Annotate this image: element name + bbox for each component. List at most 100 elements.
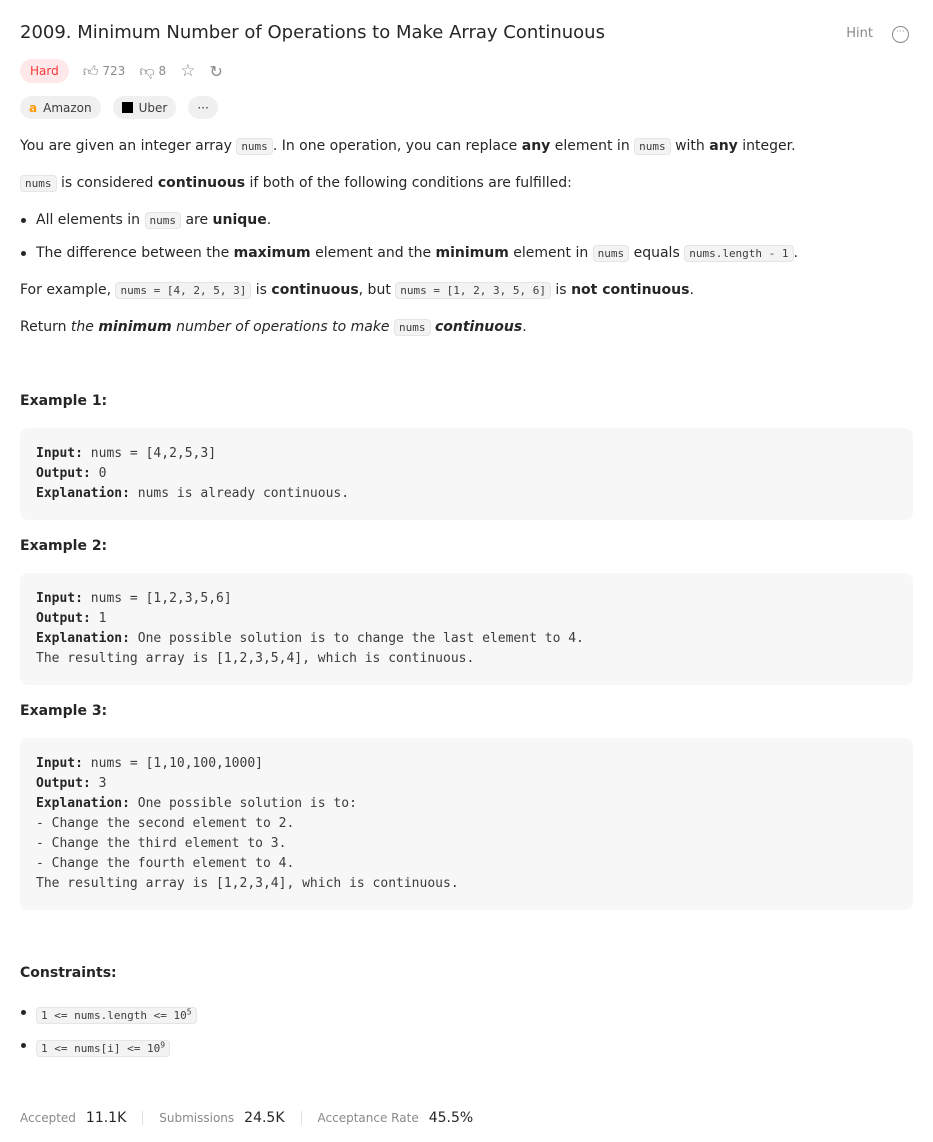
accepted-value: 11.1K — [85, 1110, 127, 1126]
bold-text: maximum — [233, 245, 311, 261]
example-label: Explanation: — [36, 631, 130, 646]
submission-stats: Accepted 11.1K Submissions 24.5K Acceptanc… — [20, 1110, 473, 1126]
inline-code: nums — [20, 175, 57, 192]
submissions-label: Submissions — [159, 1111, 235, 1125]
description-paragraph: All elements in nums are unique. — [21, 210, 272, 231]
example-line: - Change the fourth element to 4. — [36, 854, 897, 874]
example-line: The resulting array is [1,2,3,5,4], whic… — [36, 649, 897, 669]
bold-italic-text: minimum — [98, 319, 172, 335]
text: is — [251, 282, 272, 298]
text: equals — [629, 245, 685, 261]
accepted-label: Accepted — [20, 1111, 76, 1125]
bold-text: continuous — [157, 175, 246, 191]
example-line: Output: 3 — [36, 774, 897, 794]
tag-label: Amazon — [43, 100, 92, 115]
inline-code: nums — [236, 138, 273, 155]
tag-amazon[interactable]: a Amazon — [20, 96, 101, 119]
example-value: nums = [1,2,3,5,6] — [90, 591, 232, 606]
text: are — [181, 212, 213, 228]
inline-code: nums — [144, 212, 181, 229]
hint-button[interactable]: Hint — [846, 26, 873, 41]
problem-title: 2009. Minimum Number of Operations to Ma… — [20, 22, 605, 43]
inline-code: nums = [1, 2, 3, 5, 6] — [395, 282, 551, 299]
example-label: Explanation: — [36, 796, 130, 811]
inline-code: nums — [634, 138, 671, 155]
text: element in — [550, 138, 635, 154]
text: , but — [358, 282, 396, 298]
example-line: Explanation: nums is already continuous. — [36, 484, 897, 504]
text: is — [550, 282, 572, 298]
example-line: Explanation: One possible solution is to… — [36, 629, 897, 649]
example-line: The resulting array is [1,2,3,4], which … — [36, 874, 897, 894]
example-value: - Change the second element to 2. — [36, 816, 295, 831]
description-paragraph: Return the minimum number of operations … — [20, 317, 527, 338]
example-line: - Change the third element to 3. — [36, 834, 897, 854]
more-options-icon[interactable]: ··· — [892, 26, 909, 43]
example-value: nums = [4,2,5,3] — [90, 446, 217, 461]
example-block: Input: nums = [1,10,100,1000] Output: 3 Ex… — [20, 738, 913, 910]
more-tags-button[interactable]: ··· — [188, 96, 218, 119]
tag-uber[interactable]: Uber — [112, 96, 177, 119]
like-count: 723 — [102, 64, 126, 78]
italic-text: the — [70, 319, 99, 335]
text: . — [689, 282, 694, 298]
description-paragraph: You are given an integer array nums. In … — [20, 136, 796, 157]
thumbs-up-icon: 👍︎ — [82, 61, 99, 80]
italic-text: number of operations to make — [171, 319, 394, 335]
example-label: Input: — [36, 756, 83, 771]
example-label: Explanation: — [36, 486, 130, 501]
example-block: Input: nums = [1,2,3,5,6] Output: 1 Explan… — [20, 573, 913, 685]
example-value: The resulting array is [1,2,3,5,4], whic… — [36, 651, 475, 666]
bold-italic-text: continuous — [434, 319, 523, 335]
constraints-heading: Constraints: — [20, 965, 117, 981]
dislike-count: 8 — [158, 64, 167, 78]
share-icon[interactable]: ↻ — [209, 62, 222, 81]
thumbs-down-icon: 👎︎ — [139, 61, 155, 80]
example-value: - Change the third element to 3. — [36, 836, 287, 851]
acceptance-rate-value: 45.5% — [428, 1110, 474, 1126]
text: if both of the following conditions are … — [245, 175, 572, 191]
company-tags: a Amazon Uber ··· — [20, 96, 218, 119]
example-value: 3 — [98, 776, 107, 791]
text: All elements in — [36, 212, 145, 228]
bold-text: unique — [212, 212, 267, 228]
dislike-button[interactable]: 👎︎ 8 — [139, 62, 166, 81]
uber-icon — [121, 102, 133, 113]
text: with — [670, 138, 710, 154]
example-line: Explanation: One possible solution is to… — [36, 794, 897, 814]
example-label: Output: — [36, 466, 91, 481]
example-value: One possible solution is to change the l… — [137, 631, 584, 646]
submissions-value: 24.5K — [244, 1110, 285, 1126]
description-paragraph: nums is considered continuous if both of… — [20, 173, 572, 194]
description-paragraph: The difference between the maximum eleme… — [21, 243, 798, 264]
example-value: The resulting array is [1,2,3,4], which … — [36, 876, 459, 891]
text: is considered — [56, 175, 158, 191]
text: integer. — [737, 138, 796, 154]
example-value: One possible solution is to: — [137, 796, 357, 811]
like-button[interactable]: 👍︎ 723 — [83, 62, 126, 81]
example-value: nums = [1,10,100,1000] — [90, 756, 263, 771]
text: . In one operation, you can replace — [272, 138, 522, 154]
acceptance-rate-label: Acceptance Rate — [317, 1111, 419, 1125]
example-heading: Example 2: — [20, 538, 108, 554]
constraint-item: 1 <= nums.length <= 105 — [21, 1002, 197, 1026]
example-line: Input: nums = [4,2,5,3] — [36, 444, 897, 464]
text: . — [266, 212, 272, 228]
example-line: Output: 0 — [36, 464, 897, 484]
inline-code: nums.length - 1 — [684, 245, 794, 262]
example-label: Output: — [36, 776, 91, 791]
constraint-item: 1 <= nums[i] <= 109 — [21, 1035, 171, 1059]
example-line: Input: nums = [1,2,3,5,6] — [36, 589, 897, 609]
description-paragraph: For example, nums = [4, 2, 5, 3] is cont… — [20, 280, 694, 301]
text: . — [522, 319, 527, 335]
example-heading: Example 3: — [20, 703, 108, 719]
text: Return — [20, 319, 71, 335]
text: You are given an integer array — [20, 138, 237, 154]
example-line: Input: nums = [1,10,100,1000] — [36, 754, 897, 774]
tag-label: Uber — [138, 100, 168, 115]
star-icon[interactable]: ☆ — [180, 61, 195, 81]
example-line: - Change the second element to 2. — [36, 814, 897, 834]
bold-text: any — [521, 138, 551, 154]
inline-code: nums = [4, 2, 5, 3] — [115, 282, 252, 299]
text: The difference between the — [36, 245, 234, 261]
